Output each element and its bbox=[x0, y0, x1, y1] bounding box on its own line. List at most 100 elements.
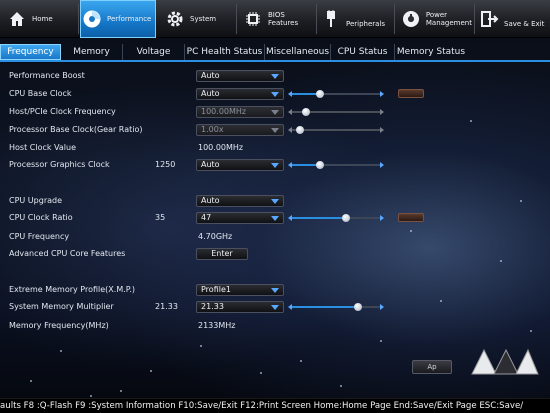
slider-knob bbox=[296, 126, 304, 134]
nav-save-exit-label: Save & Exit bbox=[504, 20, 545, 28]
status-indicator bbox=[398, 213, 424, 222]
star bbox=[340, 385, 342, 387]
setting-label: System Memory Multiplier bbox=[9, 302, 114, 311]
tab-miscellaneous[interactable]: Miscellaneous bbox=[265, 44, 331, 60]
nav-bios-features[interactable]: BIOS Features bbox=[242, 0, 314, 38]
slider-knob bbox=[301, 108, 310, 116]
apply-button[interactable]: Ap bbox=[412, 360, 452, 374]
setting-cpu-base-clock: CPU Base Clock Auto bbox=[0, 88, 550, 102]
chevron-down-icon bbox=[271, 74, 279, 79]
slider-knob[interactable] bbox=[316, 90, 324, 98]
slider-knob[interactable] bbox=[316, 161, 324, 169]
chevron-down-icon bbox=[271, 163, 279, 168]
star bbox=[30, 380, 32, 382]
star bbox=[300, 360, 302, 362]
slider-right-arrow-icon[interactable] bbox=[380, 304, 384, 310]
host-pcie-clock-dropdown: 100.00MHz bbox=[196, 106, 284, 118]
tab-pc-health-status[interactable]: PC Health Status bbox=[185, 44, 265, 60]
processor-base-clock-dropdown: 1.00x bbox=[196, 124, 284, 136]
dropdown-value: Profile1 bbox=[201, 285, 231, 294]
setting-label: CPU Clock Ratio bbox=[9, 213, 73, 222]
chip-icon bbox=[242, 8, 264, 30]
cpu-upgrade-dropdown[interactable]: Auto bbox=[196, 195, 284, 207]
status-indicator bbox=[398, 89, 424, 98]
nav-peripherals[interactable]: Peripherals bbox=[320, 0, 390, 38]
tab-cpu-status[interactable]: CPU Status bbox=[331, 44, 395, 60]
status-bar: aults F8 :Q-Flash F9 :System Information… bbox=[0, 398, 550, 413]
logo bbox=[470, 346, 540, 376]
processor-graphics-clock-slider[interactable] bbox=[288, 161, 384, 169]
nav-divider bbox=[394, 4, 395, 34]
sub-tabs: Frequency Memory Voltage PC Health Statu… bbox=[0, 44, 550, 62]
setting-label: Host Clock Value bbox=[9, 143, 77, 152]
slider-knob[interactable] bbox=[341, 214, 350, 222]
cpu-base-clock-dropdown[interactable]: Auto bbox=[196, 88, 284, 100]
power-icon bbox=[400, 8, 422, 30]
dropdown-value: Auto bbox=[201, 160, 220, 169]
tab-voltage[interactable]: Voltage bbox=[123, 44, 185, 60]
dropdown-value: 47 bbox=[201, 213, 212, 222]
nav-power-label-1: Power bbox=[425, 11, 448, 19]
nav-divider bbox=[474, 4, 475, 34]
nav-home-label: Home bbox=[32, 15, 53, 23]
nav-performance[interactable]: Performance bbox=[80, 0, 156, 38]
plug-icon bbox=[320, 8, 342, 30]
enter-button[interactable]: Enter bbox=[196, 248, 248, 260]
cpu-clock-ratio-dropdown[interactable]: 47 bbox=[196, 212, 284, 224]
slider-right-arrow-icon[interactable] bbox=[380, 215, 384, 221]
nav-divider bbox=[316, 4, 317, 34]
setting-performance-boost: Performance Boost Auto bbox=[0, 70, 550, 84]
nav-power-management[interactable]: Power Management bbox=[400, 0, 472, 38]
chevron-down-icon bbox=[271, 92, 279, 97]
dropdown-value: 21.33 bbox=[201, 302, 224, 311]
chevron-down-icon bbox=[271, 199, 279, 204]
disc-icon bbox=[81, 8, 103, 30]
dropdown-value: Auto bbox=[201, 196, 220, 205]
setting-label: CPU Upgrade bbox=[9, 196, 63, 205]
star bbox=[200, 345, 202, 347]
nav-system[interactable]: System bbox=[164, 0, 234, 38]
setting-value: 100.00MHz bbox=[198, 143, 244, 152]
nav-home[interactable]: Home bbox=[6, 0, 76, 38]
slider-right-arrow-icon[interactable] bbox=[380, 162, 384, 168]
nav-system-label: System bbox=[190, 15, 217, 23]
nav-performance-label: Performance bbox=[107, 15, 152, 23]
setting-cpu-clock-ratio: CPU Clock Ratio 35 47 bbox=[0, 212, 550, 226]
chevron-down-icon bbox=[271, 305, 279, 310]
setting-label: CPU Base Clock bbox=[9, 89, 72, 98]
top-nav: Home Performance System BIOS Features Per… bbox=[0, 0, 550, 38]
xmp-dropdown[interactable]: Profile1 bbox=[196, 284, 284, 296]
performance-boost-dropdown[interactable]: Auto bbox=[196, 70, 284, 82]
setting-cpu-upgrade: CPU Upgrade Auto bbox=[0, 195, 550, 209]
star bbox=[380, 340, 382, 342]
tab-memory-status[interactable]: Memory Status bbox=[395, 44, 467, 60]
cpu-base-clock-slider[interactable] bbox=[288, 90, 384, 98]
setting-processor-base-clock: Processor Base Clock(Gear Ratio) 1.00x bbox=[0, 124, 550, 138]
setting-memory-frequency: Memory Frequency(MHz) 2133MHz bbox=[0, 320, 550, 334]
setting-host-pcie-clock: Host/PCIe Clock Frequency 100.00MHz bbox=[0, 106, 550, 120]
system-memory-multiplier-slider[interactable] bbox=[288, 303, 384, 311]
setting-value: 4.70GHz bbox=[198, 232, 233, 241]
system-memory-multiplier-dropdown[interactable]: 21.33 bbox=[196, 301, 284, 313]
tab-frequency[interactable]: Frequency bbox=[0, 44, 61, 60]
processor-base-clock-slider bbox=[288, 126, 384, 134]
tab-memory[interactable]: Memory bbox=[61, 44, 123, 60]
processor-graphics-clock-dropdown[interactable]: Auto bbox=[196, 159, 284, 171]
cpu-clock-ratio-slider[interactable] bbox=[288, 214, 384, 222]
dropdown-value: Auto bbox=[201, 71, 220, 80]
exit-icon bbox=[478, 8, 500, 30]
nav-divider bbox=[236, 4, 237, 34]
dropdown-value: Auto bbox=[201, 89, 220, 98]
nav-bios-label-1: BIOS bbox=[268, 11, 285, 19]
setting-label: Performance Boost bbox=[9, 71, 85, 80]
host-pcie-clock-slider bbox=[288, 108, 384, 116]
nav-divider bbox=[78, 4, 79, 34]
slider-right-arrow-icon[interactable] bbox=[380, 91, 384, 97]
setting-advanced-cpu-core: Advanced CPU Core Features Enter bbox=[0, 248, 550, 262]
chevron-down-icon bbox=[271, 288, 279, 293]
slider-knob[interactable] bbox=[354, 303, 363, 311]
setting-value: 2133MHz bbox=[198, 321, 236, 330]
star bbox=[120, 390, 122, 392]
nav-save-exit[interactable]: Save & Exit bbox=[478, 0, 548, 38]
chevron-down-icon bbox=[271, 216, 279, 221]
